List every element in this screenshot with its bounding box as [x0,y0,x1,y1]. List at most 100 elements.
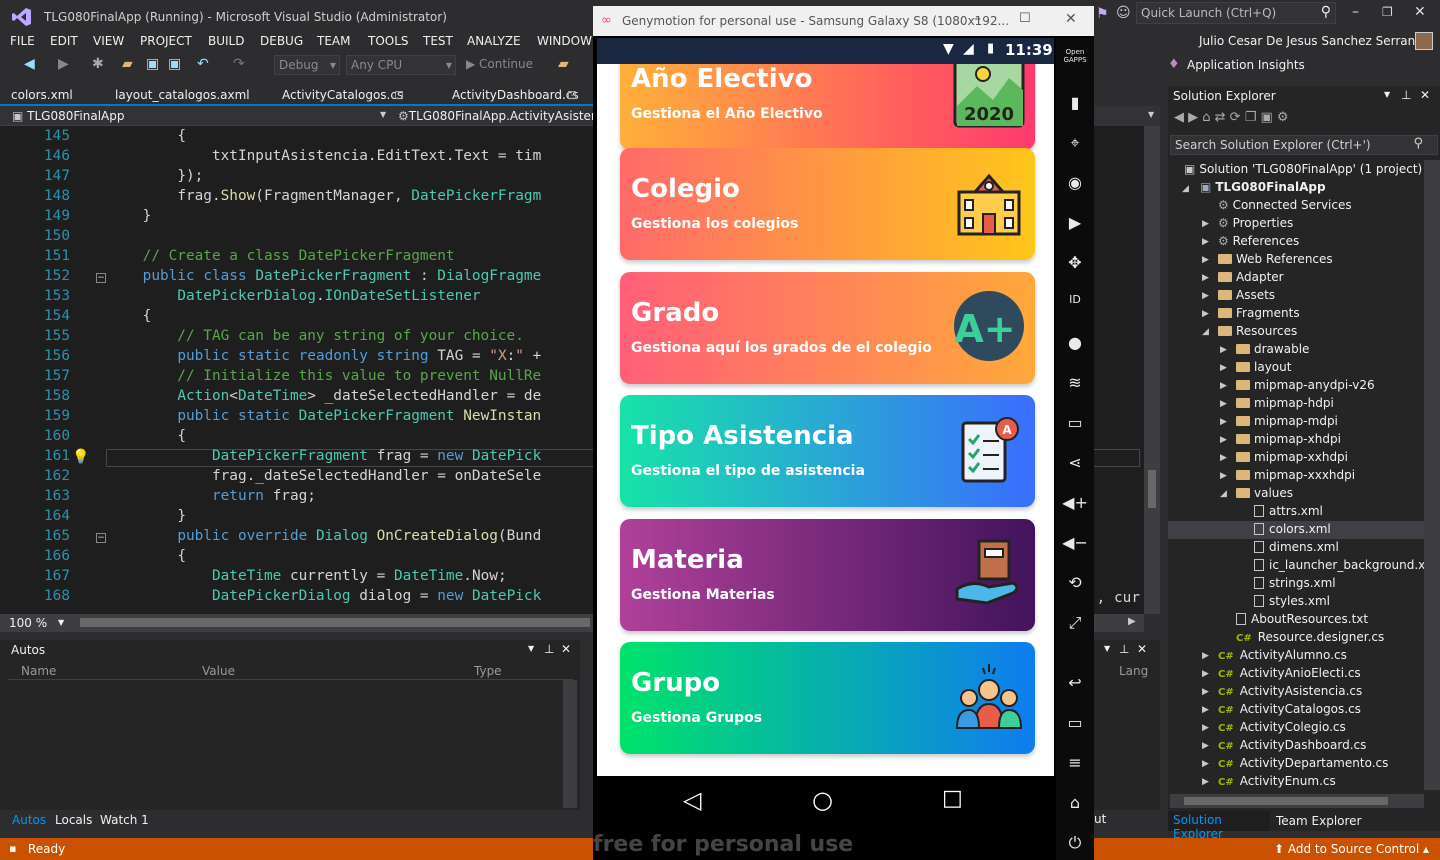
expand-arrow-icon[interactable]: ▶ [1202,291,1209,301]
capture-icon[interactable]: ▶ [1056,213,1094,232]
tree-item[interactable]: Assets [1218,288,1275,302]
expand-arrow-icon[interactable]: ▶ [1220,453,1227,463]
expand-arrow-icon[interactable]: ◢ [1202,327,1209,337]
tab-activity-dashboard[interactable]: ActivityDashboard.cs [452,88,579,102]
recent-icon[interactable]: ▭ [1056,713,1094,732]
column-value[interactable]: Value [202,664,235,678]
tree-item[interactable]: Web References [1218,252,1333,266]
new-project-icon[interactable]: ✱ [92,56,104,72]
open-gapps-button[interactable]: Open GAPPS [1056,48,1094,64]
tree-item[interactable]: attrs.xml [1254,504,1323,518]
code-line[interactable]: DatePickerFragment frag = new DatePick [108,448,541,464]
chevron-down-icon[interactable]: ▼ [1384,90,1390,99]
code-line[interactable]: { [108,308,152,324]
tree-item[interactable]: ⚙ References [1218,234,1299,248]
menu-analyze[interactable]: ANALYZE [467,34,521,48]
tree-item[interactable]: mipmap-xhdpi [1236,432,1341,446]
undo-icon[interactable]: ↶ [197,56,209,72]
catalog-card[interactable]: Materia Gestiona Materias [620,519,1035,631]
code-line[interactable]: { [108,548,186,564]
tree-item[interactable]: colors.xml [1254,522,1331,536]
expand-arrow-icon[interactable]: ▶ [1220,345,1227,355]
camera-icon[interactable]: ◉ [1056,173,1094,192]
back-icon[interactable]: ◀ ▶ [1174,110,1202,125]
tree-item[interactable]: mipmap-anydpi-v26 [1236,378,1375,392]
menu-test[interactable]: TEST [423,34,453,48]
code-line[interactable]: } [108,208,152,224]
tree-item[interactable]: C# Resource.designer.cs [1236,630,1384,644]
sync-icon[interactable]: ⇄ ⟳ [1215,110,1245,125]
vertical-scrollbar[interactable] [1144,126,1160,614]
menu-project[interactable]: PROJECT [140,34,192,48]
catalog-card[interactable]: Tipo Asistencia Gestiona el tipo de asist… [620,395,1035,507]
close-icon[interactable]: ✕ [1420,88,1430,102]
tree-item[interactable]: C# ActivityAsistencia.cs [1218,684,1362,698]
expand-arrow-icon[interactable]: ▶ [1202,273,1209,283]
tree-item[interactable]: AboutResources.txt [1236,612,1368,626]
expand-arrow-icon[interactable]: ▶ [1202,687,1209,697]
code-line[interactable]: public class DatePickerFragment : Dialog… [108,268,542,284]
tree-item[interactable]: C# ActivityEnum.cs [1218,774,1336,788]
menu-edit[interactable]: EDIT [50,34,78,48]
tree-item[interactable]: styles.xml [1254,594,1330,608]
code-line[interactable]: // Initialize this value to prevent Null… [108,368,541,384]
expand-arrow-icon[interactable]: ▶ [1202,759,1209,769]
tree-item[interactable]: mipmap-xxxhdpi [1236,468,1355,482]
id-icon[interactable]: ID [1056,293,1094,306]
rss-icon[interactable]: ≋ [1056,373,1094,392]
tree-item[interactable]: values [1236,486,1293,500]
restore-button[interactable]: ❐ [1382,5,1393,19]
tab-team-explorer[interactable]: Team Explorer [1276,814,1362,828]
pin-icon[interactable]: ⊡ [394,88,404,102]
code-line[interactable]: return frag; [108,488,316,504]
chevron-down-icon[interactable]: ▼ [1104,644,1110,653]
tab-layout-catalogos[interactable]: layout_catalogos.axml [115,88,250,102]
chevron-down-icon[interactable]: ▼ [58,618,64,627]
chevron-down-icon[interactable]: ▼ [528,644,534,653]
recents-icon[interactable]: □ [942,786,963,811]
tab-autos[interactable]: Autos [12,813,46,827]
tree-item[interactable]: C# ActivityAnioElecti.cs [1218,666,1361,680]
expand-arrow-icon[interactable]: ▶ [1202,705,1209,715]
class-scope-select[interactable]: ⚙TLG080FinalApp.ActivityAsistencia [398,109,616,123]
solution-platform-select[interactable]: Any CPU ▼ [346,55,456,75]
menu-view[interactable]: VIEW [93,34,124,48]
pin-icon[interactable]: ⊡ [567,88,577,102]
catalog-card[interactable]: Grupo Gestiona Grupos [620,642,1035,754]
scale-icon[interactable]: ⤢ [1056,613,1094,633]
menu-tools[interactable]: TOOLS [368,34,409,48]
code-line[interactable]: DatePickerDialog dialog = new DatePick [108,588,541,604]
tab-activity-catalogos[interactable]: ActivityCatalogos.cs [282,88,403,102]
expand-arrow-icon[interactable]: ▶ [1220,471,1227,481]
expand-arrow-icon[interactable]: ▶ [1202,219,1209,229]
collapse-all-icon[interactable]: ❐ ▣ [1245,110,1277,125]
home-icon[interactable]: ○ [812,786,833,814]
horizontal-scrollbar-right[interactable]: ▶ [1094,614,1144,632]
notification-flag-icon[interactable]: ⚑ [1096,6,1109,22]
back-icon[interactable]: ◀ [24,56,35,72]
catalog-card[interactable]: Grado Gestiona aquí los grados de el cole… [620,272,1035,384]
tab-locals[interactable]: Locals [55,813,92,827]
zoom-level[interactable]: 100 % [9,616,47,630]
pin-icon[interactable]: ⊥ [1401,88,1411,102]
code-line[interactable]: // Create a class DatePickerFragment [108,248,455,264]
tab-colors-xml[interactable]: colors.xml [11,88,73,102]
menu-debug[interactable]: DEBUG [260,34,303,48]
tree-item[interactable]: C# ActivityAlumno.cs [1218,648,1347,662]
user-name[interactable]: Julio Cesar De Jesus Sanchez Serrano [1199,34,1423,48]
tree-item[interactable]: strings.xml [1254,576,1336,590]
rotate-icon[interactable]: ⟲ [1056,573,1094,592]
expand-arrow-icon[interactable]: ▶ [1202,255,1209,265]
home-icon[interactable]: ⌂ [1056,793,1094,812]
tree-item[interactable]: C# ActivityDashboard.cs [1218,738,1366,752]
redo-icon[interactable]: ↷ [233,56,245,72]
code-line[interactable]: frag.Show(FragmentManager, DatePickerFra… [108,188,541,204]
back-icon[interactable]: ◁ [683,786,701,814]
tree-item[interactable]: Fragments [1218,306,1300,320]
project-scope-select[interactable]: ▣ TLG080FinalApp [12,109,124,123]
close-button[interactable]: ✕ [1065,11,1077,27]
expand-arrow-icon[interactable]: ▶ [1220,363,1227,373]
code-line[interactable]: frag._dateSelectedHandler = onDateSele [108,468,541,484]
expand-arrow-icon[interactable]: ▶ [1202,651,1209,661]
expand-arrow-icon[interactable]: ▶ [1202,237,1209,247]
